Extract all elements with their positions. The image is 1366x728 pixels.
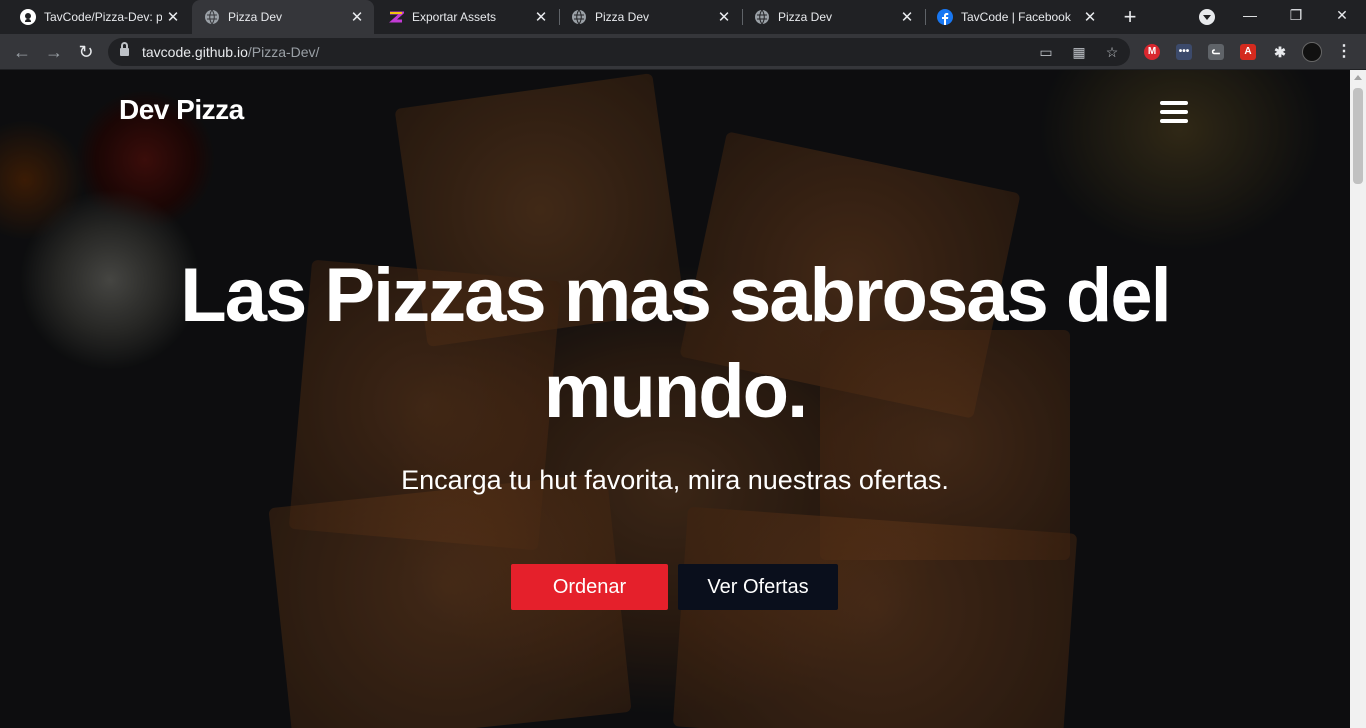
url-text: tavcode.github.io/Pizza-Dev/ [142,44,319,60]
forward-icon[interactable]: → [40,38,68,66]
profile-avatar[interactable] [1302,42,1322,62]
close-window-icon[interactable]: ✕ [1319,0,1365,30]
qr-code-icon[interactable]: ▦ [1071,44,1087,60]
tab-facebook[interactable]: TavCode | Facebook ✕ [925,0,1107,34]
new-tab-button[interactable]: + [1118,3,1142,31]
url-path: /Pizza-Dev/ [247,44,320,60]
facebook-icon [937,9,953,25]
tab-title: TavCode | Facebook [961,10,1071,24]
page-scrollbar[interactable] [1350,70,1366,728]
tab-strip: TavCode/Pizza-Dev: pa ✕ Pizza Dev ✕ Expo… [0,0,1366,34]
hero-subtitle: Encarga tu hut favorita, mira nuestras o… [401,465,949,495]
mega-extension-icon[interactable]: M [1144,44,1160,60]
reload-icon[interactable]: ↻ [72,38,100,66]
github-icon [20,9,36,25]
tab-pizza-dev-active[interactable]: Pizza Dev ✕ [192,0,374,34]
cat-extension-icon[interactable]: ᓚ [1208,44,1224,60]
url-host: tavcode.github.io [142,44,248,60]
tab-exportar-assets[interactable]: Exportar Assets ✕ [376,0,558,34]
tab-title: Pizza Dev [778,10,833,24]
close-tab-icon[interactable]: ✕ [162,8,184,26]
scrollbar-thumb[interactable] [1353,88,1363,184]
tab-github[interactable]: TavCode/Pizza-Dev: pa ✕ [8,0,190,34]
tab-title: Pizza Dev [595,10,650,24]
back-icon[interactable]: ← [8,38,36,66]
hamburger-menu-icon[interactable] [1160,101,1188,123]
tab-title: Exportar Assets [412,10,497,24]
scroll-up-arrow-icon[interactable] [1354,75,1362,80]
close-tab-icon[interactable]: ✕ [713,8,735,26]
dots-extension-icon[interactable]: ••• [1176,44,1192,60]
address-bar[interactable]: tavcode.github.io/Pizza-Dev/ ▭ ▦ ☆ [108,38,1130,66]
brand-logo[interactable]: Dev Pizza [119,94,244,126]
tab-title: Pizza Dev [228,10,283,24]
hero-section: Dev Pizza Las Pizzas mas sabrosas del mu… [0,70,1350,728]
tab-pizza-dev-2[interactable]: Pizza Dev ✕ [559,0,741,34]
pdf-extension-icon[interactable]: A [1240,44,1256,60]
globe-icon [571,9,587,25]
close-tab-icon[interactable]: ✕ [1079,8,1101,26]
globe-icon [204,9,220,25]
cast-icon[interactable]: ▭ [1038,44,1054,60]
extensions-puzzle-icon[interactable]: ✱ [1272,44,1288,60]
tab-title: TavCode/Pizza-Dev: pa [44,10,162,24]
tab-pizza-dev-3[interactable]: Pizza Dev ✕ [742,0,924,34]
globe-icon [754,9,770,25]
bookmark-star-icon[interactable]: ☆ [1104,44,1120,60]
zeplin-icon [388,9,404,25]
menu-kebab-icon[interactable]: ⋮ [1336,44,1352,60]
minimize-icon[interactable]: — [1227,0,1273,30]
tab-search-icon[interactable] [1199,9,1215,25]
browser-toolbar: ← → ↻ tavcode.github.io/Pizza-Dev/ ▭ ▦ ☆… [0,34,1366,70]
lock-icon[interactable] [120,42,129,57]
order-button[interactable]: Ordenar [511,564,668,610]
hero-title: Las Pizzas mas sabrosas del mundo. [180,253,1171,434]
close-tab-icon[interactable]: ✕ [530,8,552,26]
restore-icon[interactable]: ❐ [1273,0,1319,30]
close-tab-icon[interactable]: ✕ [896,8,918,26]
view-offers-button[interactable]: Ver Ofertas [678,564,838,610]
close-tab-icon[interactable]: ✕ [346,8,368,26]
